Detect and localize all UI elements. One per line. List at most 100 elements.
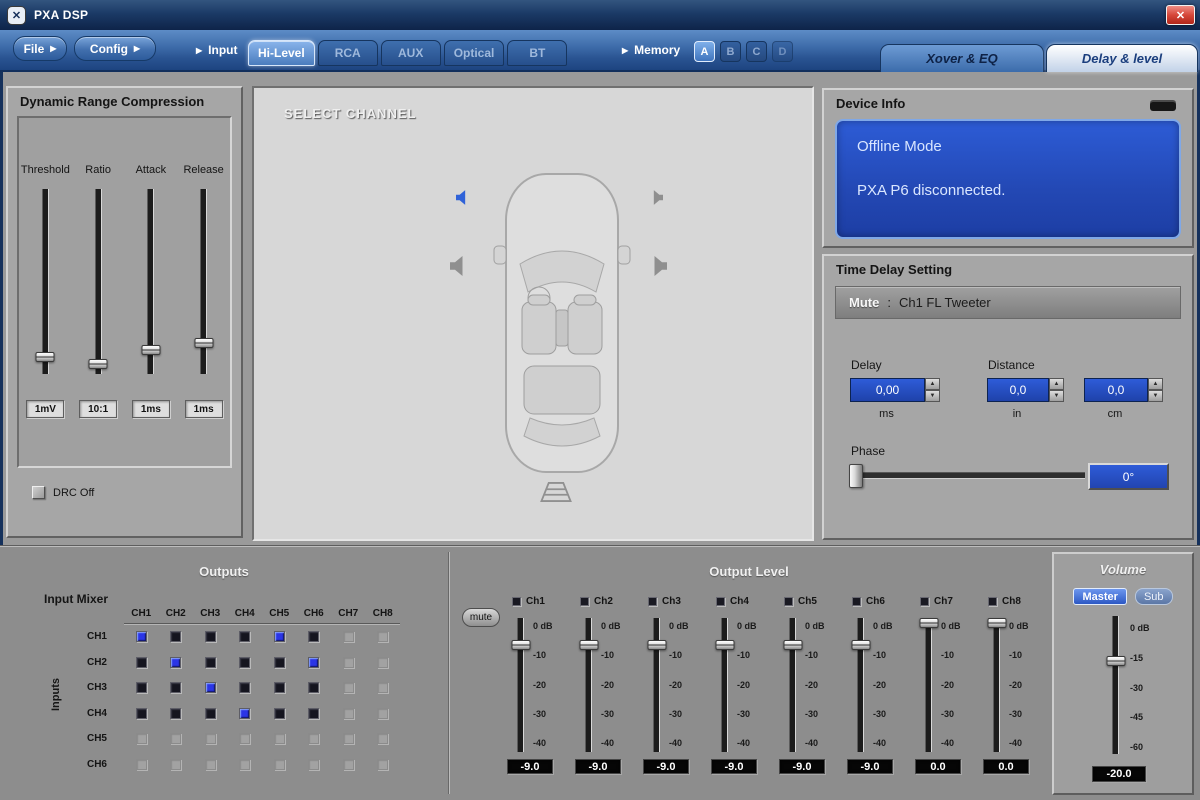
channel-mute-checkbox[interactable] [784, 597, 793, 606]
input-tab-bt[interactable]: BT [507, 40, 567, 66]
channel-mute-checkbox[interactable] [512, 597, 521, 606]
input-tab-hi-level[interactable]: Hi-Level [248, 40, 315, 66]
drc-slider-track[interactable] [95, 189, 102, 374]
channel-slider-track[interactable] [517, 618, 524, 752]
mixer-checkbox-off[interactable] [205, 631, 216, 642]
config-menu-button[interactable]: Config ▶ [74, 36, 156, 61]
mixer-checkbox-off[interactable] [170, 631, 181, 642]
mixer-checkbox-off[interactable] [136, 708, 147, 719]
close-button[interactable]: ✕ [1166, 5, 1195, 25]
memory-slot-b[interactable]: B [720, 41, 741, 62]
channel-slider-thumb[interactable] [579, 640, 598, 650]
drc-slider-thumb[interactable] [36, 352, 55, 362]
mute-button[interactable]: mute [462, 608, 500, 627]
spin-up-icon[interactable]: ▲ [1148, 378, 1163, 390]
drc-slider-thumb[interactable] [89, 359, 108, 369]
mixer-checkbox-off[interactable] [274, 708, 285, 719]
channel-slider-thumb[interactable] [647, 640, 666, 650]
mixer-checkbox-off[interactable] [136, 657, 147, 668]
mixer-checkbox-off[interactable] [308, 631, 319, 642]
channel-slider-track[interactable] [789, 618, 796, 752]
input-tab-rca[interactable]: RCA [318, 40, 378, 66]
mixer-checkbox-off[interactable] [239, 631, 250, 642]
volume-sub-button[interactable]: Sub [1135, 588, 1173, 605]
speaker-front-right-mid-icon[interactable] [652, 256, 667, 281]
mixer-checkbox-on[interactable] [170, 657, 181, 668]
tab-xover-eq[interactable]: Xover & EQ [880, 44, 1044, 72]
drc-slider-track[interactable] [147, 189, 154, 374]
drc-off-checkbox[interactable] [32, 486, 45, 499]
volume-master-button[interactable]: Master [1073, 588, 1126, 605]
mixer-checkbox-off[interactable] [239, 657, 250, 668]
drc-value-box: 1ms [185, 400, 223, 418]
mixer-checkbox-on[interactable] [205, 682, 216, 693]
channel-slider-track[interactable] [857, 618, 864, 752]
channel-mute-checkbox[interactable] [648, 597, 657, 606]
mixer-checkbox-on[interactable] [274, 631, 285, 642]
mixer-checkbox-off[interactable] [239, 682, 250, 693]
channel-mute-checkbox[interactable] [580, 597, 589, 606]
drc-slider-track[interactable] [42, 189, 49, 374]
channel-slider-track[interactable] [653, 618, 660, 752]
mixer-checkbox-off[interactable] [205, 657, 216, 668]
speaker-subwoofer-icon[interactable] [540, 482, 572, 507]
channel-slider-thumb[interactable] [987, 618, 1006, 628]
mixer-checkbox-on[interactable] [239, 708, 250, 719]
drc-panel: Dynamic Range Compression Threshold1mVRa… [6, 86, 243, 538]
channel-slider-thumb[interactable] [919, 618, 938, 628]
volume-slider-track[interactable] [1112, 616, 1119, 754]
mixer-checkbox-on[interactable] [136, 631, 147, 642]
spin-down-icon[interactable]: ▼ [1148, 390, 1163, 402]
channel-slider-thumb[interactable] [783, 640, 802, 650]
channel-slider: 0 dB-10-20-30-40 [505, 616, 565, 756]
channel-mute-checkbox[interactable] [920, 597, 929, 606]
channel-slider-track[interactable] [925, 618, 932, 752]
mixer-checkbox-off[interactable] [274, 657, 285, 668]
channel-slider-track[interactable] [993, 618, 1000, 752]
mixer-cell [366, 624, 401, 650]
drc-slider-thumb[interactable] [141, 345, 160, 355]
tab-delay-level[interactable]: Delay & level [1046, 44, 1198, 72]
speaker-front-left-tweeter-icon[interactable] [456, 190, 467, 210]
phase-slider-thumb[interactable] [849, 464, 863, 488]
distance-in-field[interactable]: 0,0 [987, 378, 1049, 402]
drc-slider-track[interactable] [200, 189, 207, 374]
mixer-checkbox-off[interactable] [205, 708, 216, 719]
mixer-checkbox-off[interactable] [274, 682, 285, 693]
mixer-checkbox-off[interactable] [170, 708, 181, 719]
spin-up-icon[interactable]: ▲ [1049, 378, 1064, 390]
mixer-checkbox-off[interactable] [308, 682, 319, 693]
channel-slider-track[interactable] [721, 618, 728, 752]
distance-cm-field[interactable]: 0,0 [1084, 378, 1148, 402]
channel-mute-checkbox[interactable] [716, 597, 725, 606]
drc-off-toggle[interactable]: DRC Off [32, 486, 94, 499]
spin-down-icon[interactable]: ▼ [1049, 390, 1064, 402]
channel-mute-checkbox[interactable] [852, 597, 861, 606]
mixer-checkbox-on[interactable] [308, 657, 319, 668]
phase-slider-track[interactable] [849, 472, 1085, 479]
mute-status-bar[interactable]: Mute : Ch1 FL Tweeter [835, 286, 1181, 319]
channel-mute-checkbox[interactable] [988, 597, 997, 606]
speaker-front-left-mid-icon[interactable] [450, 256, 465, 281]
collapse-icon[interactable] [1150, 102, 1176, 111]
channel-select-panel: SELECT CHANNEL [252, 86, 814, 541]
memory-slot-d[interactable]: D [772, 41, 793, 62]
channel-slider-thumb[interactable] [715, 640, 734, 650]
input-tab-optical[interactable]: Optical [444, 40, 505, 66]
volume-slider-thumb[interactable] [1106, 656, 1125, 666]
mixer-checkbox-off[interactable] [308, 708, 319, 719]
spin-up-icon[interactable]: ▲ [925, 378, 940, 390]
mixer-checkbox-off[interactable] [136, 682, 147, 693]
memory-slot-a[interactable]: A [694, 41, 715, 62]
channel-slider-track[interactable] [585, 618, 592, 752]
file-menu-button[interactable]: File ▶ [13, 36, 67, 61]
speaker-front-right-tweeter-icon[interactable] [652, 190, 663, 210]
mixer-checkbox-off[interactable] [170, 682, 181, 693]
memory-slot-c[interactable]: C [746, 41, 767, 62]
drc-slider-thumb[interactable] [194, 338, 213, 348]
spin-down-icon[interactable]: ▼ [925, 390, 940, 402]
channel-slider-thumb[interactable] [511, 640, 530, 650]
channel-slider-thumb[interactable] [851, 640, 870, 650]
input-tab-aux[interactable]: AUX [381, 40, 441, 66]
delay-ms-field[interactable]: 0,00 [850, 378, 925, 402]
